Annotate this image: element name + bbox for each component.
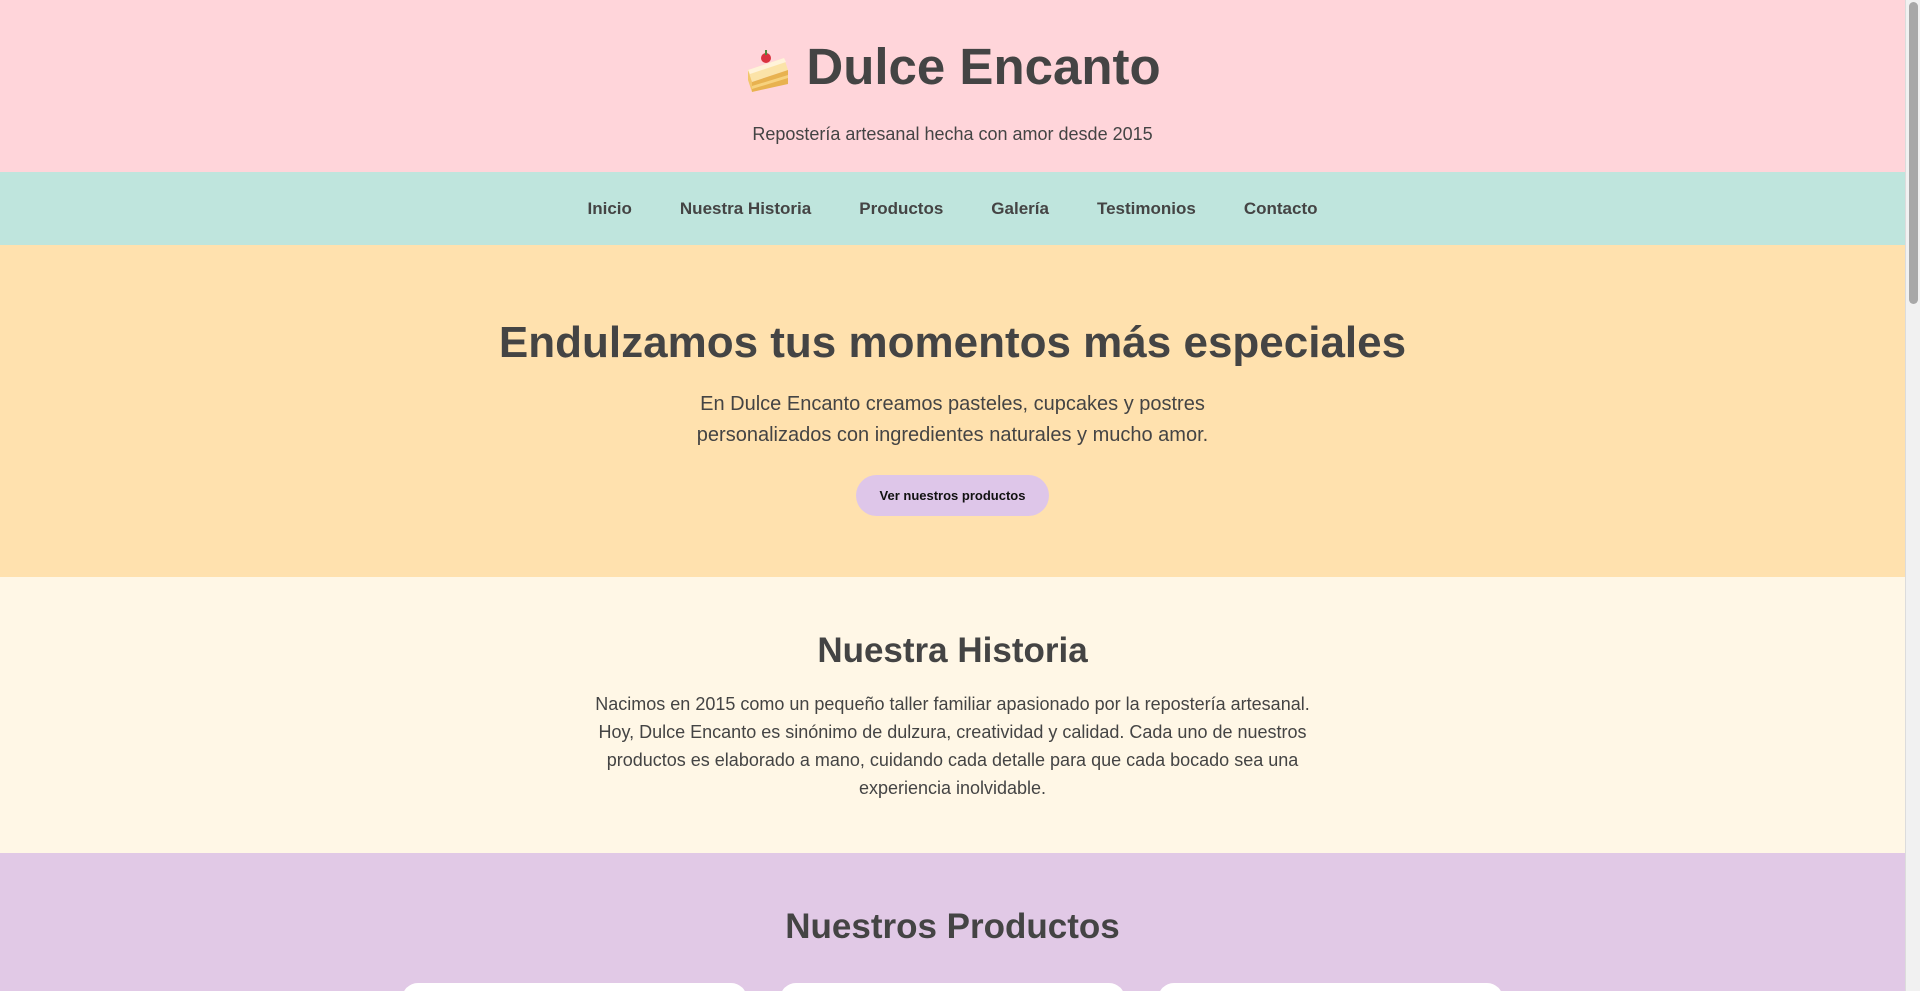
products-title: Nuestros Productos [785, 907, 1120, 946]
history-title: Nuestra Historia [817, 631, 1088, 670]
products-section: Nuestros Productos [0, 853, 1905, 991]
history-text: Nacimos en 2015 como un pequeño taller f… [595, 694, 1310, 798]
site-header: Dulce Encanto Repostería artesanal hecha… [0, 0, 1905, 172]
tagline: Repostería artesanal hecha con amor desd… [752, 124, 1153, 144]
nav-link-galeria[interactable]: Galería [991, 199, 1049, 219]
nav-link-productos[interactable]: Productos [859, 199, 943, 219]
vertical-scrollbar[interactable] [1905, 0, 1920, 991]
history-section: Nuestra Historia Nacimos en 2015 como un… [0, 577, 1905, 853]
cake-slice-icon [744, 47, 792, 92]
hero-title: Endulzamos tus momentos más especiales [498, 318, 1407, 367]
hero-section: Endulzamos tus momentos más especiales E… [0, 245, 1905, 577]
scrollbar-thumb[interactable] [1909, 2, 1918, 304]
nav-link-nuestra-historia[interactable]: Nuestra Historia [680, 199, 811, 219]
nav-link-inicio[interactable]: Inicio [588, 199, 632, 219]
product-card[interactable] [1158, 983, 1503, 991]
page: Dulce Encanto Repostería artesanal hecha… [0, 0, 1905, 991]
brand-name: Dulce Encanto [806, 38, 1161, 95]
product-card[interactable] [780, 983, 1125, 991]
product-card[interactable] [402, 983, 747, 991]
hero-text: En Dulce Encanto creamos pasteles, cupca… [696, 393, 1209, 446]
view-products-button[interactable]: Ver nuestros productos [855, 475, 1050, 516]
nav-link-testimonios[interactable]: Testimonios [1097, 199, 1196, 219]
brand-title[interactable]: Dulce Encanto [744, 38, 1161, 95]
nav-link-contacto[interactable]: Contacto [1244, 199, 1318, 219]
product-cards [0, 983, 1905, 991]
main-nav: Inicio Nuestra Historia Productos Galerí… [0, 172, 1905, 245]
